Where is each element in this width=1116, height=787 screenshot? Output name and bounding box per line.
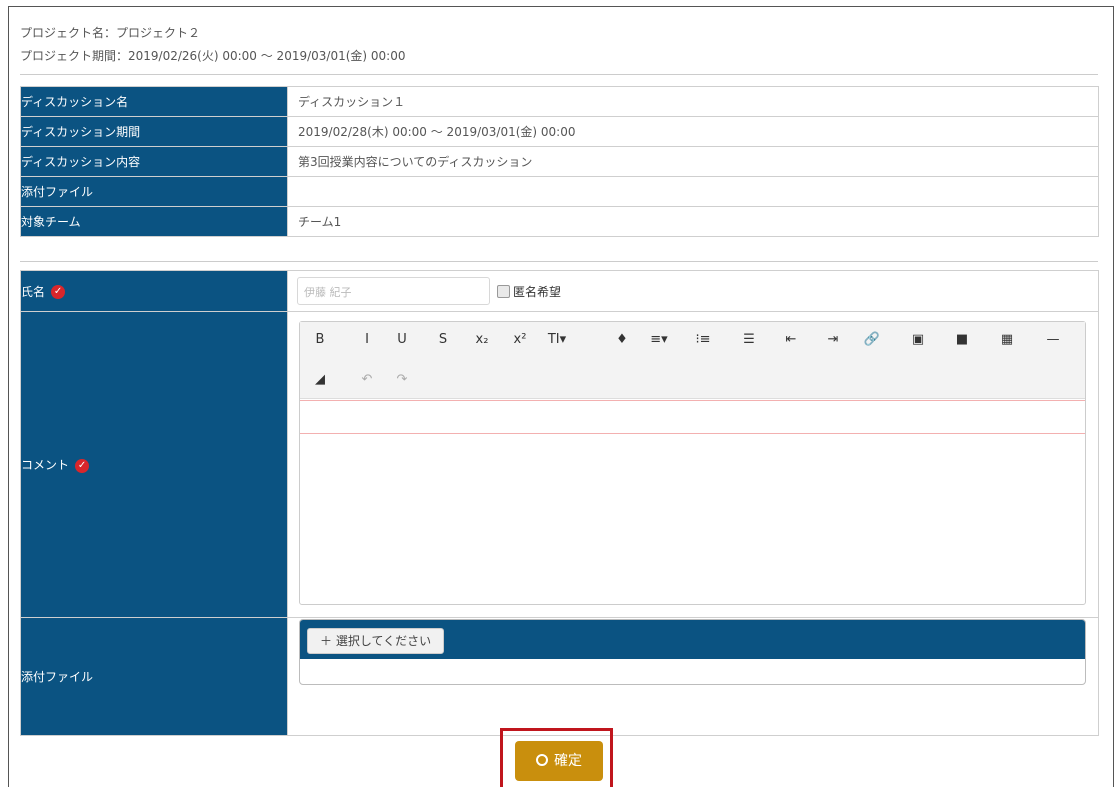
underline-icon[interactable]: U (390, 328, 414, 352)
eraser-icon[interactable]: ◢ (308, 368, 332, 392)
italic-icon[interactable]: I (355, 328, 379, 352)
project-name: プロジェクト名：プロジェクト２ (20, 26, 201, 40)
info-label: 対象チーム (20, 206, 288, 237)
info-row-content: ディスカッション内容 第3回授業内容についてのディスカッション (20, 146, 1099, 177)
file-upload-box: ＋ 選択してください (299, 619, 1086, 685)
required-check-icon: ✓ (75, 458, 90, 473)
name-label-cell: 氏名 ✓ (20, 270, 288, 312)
info-label: ディスカッション期間 (20, 116, 288, 147)
info-label: ディスカッション内容 (20, 146, 288, 177)
circle-icon (536, 754, 548, 766)
editor-toolbar: B I U Sx₂ x² TI▾ ♦ ≡▾ ⁝≡ ☰ ⇤ ⇥ 🔗 ▣ ■ ▦ — ◢ ↶ ↷ (300, 322, 1085, 399)
undo-icon[interactable]: ↶ (355, 368, 379, 392)
info-value: 第3回授業内容についてのディスカッション (287, 146, 1099, 177)
table-icon[interactable]: ▦ (995, 328, 1019, 352)
bold-icon[interactable]: B (308, 328, 332, 352)
info-value: チーム1 (287, 206, 1099, 237)
required-check-icon: ✓ (51, 285, 66, 299)
ordered-list-icon[interactable]: ⁝≡ (691, 328, 715, 352)
redo-icon[interactable]: ↷ (390, 368, 414, 392)
discussion-info-table: ディスカッション名 ディスカッション１ ディスカッション期間 2019/02/2… (20, 86, 1099, 237)
align-icon[interactable]: ≡▾ (647, 328, 671, 352)
comment-label: コメント (21, 458, 70, 472)
confirm-highlight: 確定 (500, 728, 613, 787)
name-label: 氏名 (21, 284, 46, 299)
info-row-team: 対象チーム チーム1 (20, 206, 1099, 237)
info-row-name: ディスカッション名 ディスカッション１ (20, 86, 1099, 117)
unordered-list-icon[interactable]: ☰ (737, 328, 761, 352)
select-file-button[interactable]: ＋ 選択してください (307, 628, 445, 654)
indent-icon[interactable]: ⇥ (821, 328, 845, 352)
subscript-icon[interactable]: x₂ (470, 328, 494, 352)
font-size-icon[interactable]: TI▾ (545, 328, 569, 352)
image-icon[interactable]: ▣ (906, 328, 930, 352)
divider (20, 261, 1098, 262)
link-icon[interactable]: 🔗 (860, 328, 884, 352)
confirm-label: 確定 (554, 753, 582, 769)
comment-label-cell: コメント ✓ (20, 311, 288, 618)
color-icon[interactable]: ♦ (610, 328, 634, 352)
plus-icon: ＋ (320, 634, 336, 648)
outdent-icon[interactable]: ⇤ (779, 328, 803, 352)
name-input[interactable]: 伊藤 紀子 (297, 277, 490, 305)
info-row-period: ディスカッション期間 2019/02/28(木) 00:00 〜 2019/03… (20, 116, 1099, 147)
info-label: ディスカッション名 (20, 86, 288, 117)
hr-icon[interactable]: — (1041, 328, 1065, 352)
info-label: 添付ファイル (20, 176, 288, 207)
file-upload-header: ＋ 選択してください (300, 620, 1085, 659)
info-value: ディスカッション１ (287, 86, 1099, 117)
comment-textarea[interactable] (300, 400, 1085, 434)
video-icon[interactable]: ■ (950, 328, 974, 352)
rich-text-editor: B I U Sx₂ x² TI▾ ♦ ≡▾ ⁝≡ ☰ ⇤ ⇥ 🔗 ▣ ■ ▦ — ◢ ↶ ↷ (299, 321, 1086, 605)
superscript-icon[interactable]: x² (508, 328, 532, 352)
info-value: 2019/02/28(木) 00:00 〜 2019/03/01(金) 00:0… (287, 116, 1099, 147)
project-period: プロジェクト期間：2019/02/26(火) 00:00 〜 2019/03/0… (20, 49, 406, 63)
attachment-label: 添付ファイル (20, 617, 288, 736)
info-row-attachment: 添付ファイル (20, 176, 1099, 207)
confirm-button[interactable]: 確定 (515, 741, 603, 781)
strikethrough-icon[interactable]: S (431, 328, 455, 352)
divider (20, 74, 1098, 75)
select-file-label: 選択してください (335, 634, 432, 648)
anonymous-label: 匿名希望 (513, 285, 562, 299)
anonymous-checkbox[interactable] (497, 285, 510, 298)
info-value (287, 176, 1099, 207)
